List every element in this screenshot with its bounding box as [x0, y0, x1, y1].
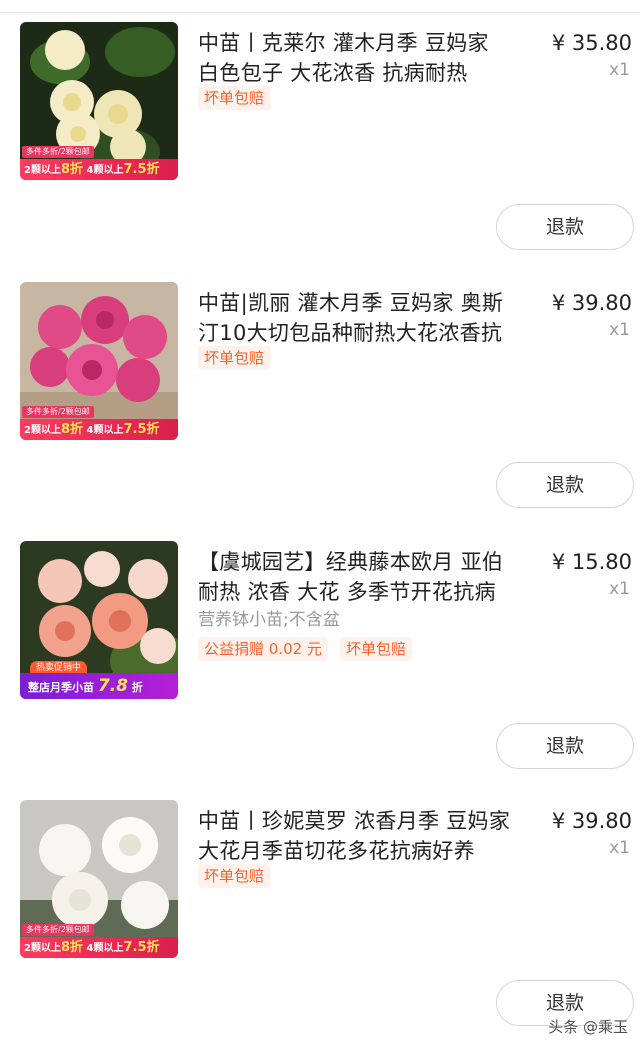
service-tags: 公益捐赠 0.02 元坏单包赔 [198, 637, 424, 661]
service-tags: 坏单包赔 [198, 346, 282, 370]
product-thumbnail[interactable]: 多件多折/2颗包邮 2颗以上8折 4颗以上7.5折 [20, 800, 178, 958]
product-title[interactable]: 中苗丨珍妮莫罗 浓香月季 豆妈家 大花月季苗切花多花抗病好养 [198, 806, 534, 866]
promo-discount-bar: 2颗以上8折 4颗以上7.5折 [20, 159, 178, 180]
product-spec: 营养钵小苗;不含盆 [198, 610, 340, 630]
tag-badge: 坏单包赔 [198, 864, 271, 888]
tag-badge: 坏单包赔 [198, 86, 271, 110]
product-thumbnail[interactable]: 多件多折/2颗包邮 2颗以上8折 4颗以上7.5折 [20, 22, 178, 180]
product-quantity: x1 [609, 579, 630, 599]
product-price: ¥ 15.80 [551, 550, 632, 574]
product-thumbnail[interactable]: 多件多折/2颗包邮 2颗以上8折 4颗以上7.5折 [20, 282, 178, 440]
refund-button[interactable]: 退款 [496, 204, 634, 250]
tag-badge: 公益捐赠 0.02 元 [198, 637, 328, 661]
promo-top-label: 多件多折/2颗包邮 [22, 406, 94, 418]
promo-discount-bar: 2颗以上8折 4颗以上7.5折 [20, 419, 178, 440]
product-quantity: x1 [609, 60, 630, 80]
tag-badge: 坏单包赔 [339, 637, 412, 661]
product-price: ¥ 39.80 [551, 809, 632, 833]
tag-badge: 坏单包赔 [198, 346, 271, 370]
service-tags: 坏单包赔 [198, 864, 282, 888]
product-title[interactable]: 中苗丨克莱尔 灌木月季 豆妈家 白色包子 大花浓香 抗病耐热 [198, 28, 534, 88]
product-price: ¥ 39.80 [551, 291, 632, 315]
promo-top-label: 多件多折/2颗包邮 [22, 146, 94, 158]
product-title[interactable]: 中苗|凯丽 灌木月季 豆妈家 奥斯 汀10大切包品种耐热大花浓香抗 [198, 288, 534, 348]
promo-discount-bar: 整店月季小苗 7.8 折 [20, 673, 178, 699]
refund-button[interactable]: 退款 [496, 462, 634, 508]
flower-shape [45, 30, 85, 70]
product-quantity: x1 [609, 838, 630, 858]
promo-top-label: 多件多折/2颗包邮 [22, 924, 94, 936]
service-tags: 坏单包赔 [198, 86, 282, 110]
refund-button[interactable]: 退款 [496, 723, 634, 769]
product-quantity: x1 [609, 320, 630, 340]
watermark: 头条 @乘玉 [548, 1018, 628, 1036]
product-thumbnail[interactable]: 热卖促销中 整店月季小苗 7.8 折 [20, 541, 178, 699]
order-item[interactable]: 热卖促销中 整店月季小苗 7.8 折 【虞城园艺】经典藤本欧月 亚伯 耐热 浓香… [0, 541, 640, 781]
product-price: ¥ 35.80 [551, 31, 632, 55]
top-divider [0, 12, 640, 13]
product-title[interactable]: 【虞城园艺】经典藤本欧月 亚伯 耐热 浓香 大花 多季节开花抗病 [198, 547, 534, 607]
promo-discount-bar: 2颗以上8折 4颗以上7.5折 [20, 937, 178, 958]
order-item[interactable]: 多件多折/2颗包邮 2颗以上8折 4颗以上7.5折 中苗丨珍妮莫罗 浓香月季 豆… [0, 800, 640, 1040]
order-item[interactable]: 多件多折/2颗包邮 2颗以上8折 4颗以上7.5折 中苗丨克莱尔 灌木月季 豆妈… [0, 22, 640, 262]
order-item[interactable]: 多件多折/2颗包邮 2颗以上8折 4颗以上7.5折 中苗|凯丽 灌木月季 豆妈家… [0, 282, 640, 522]
